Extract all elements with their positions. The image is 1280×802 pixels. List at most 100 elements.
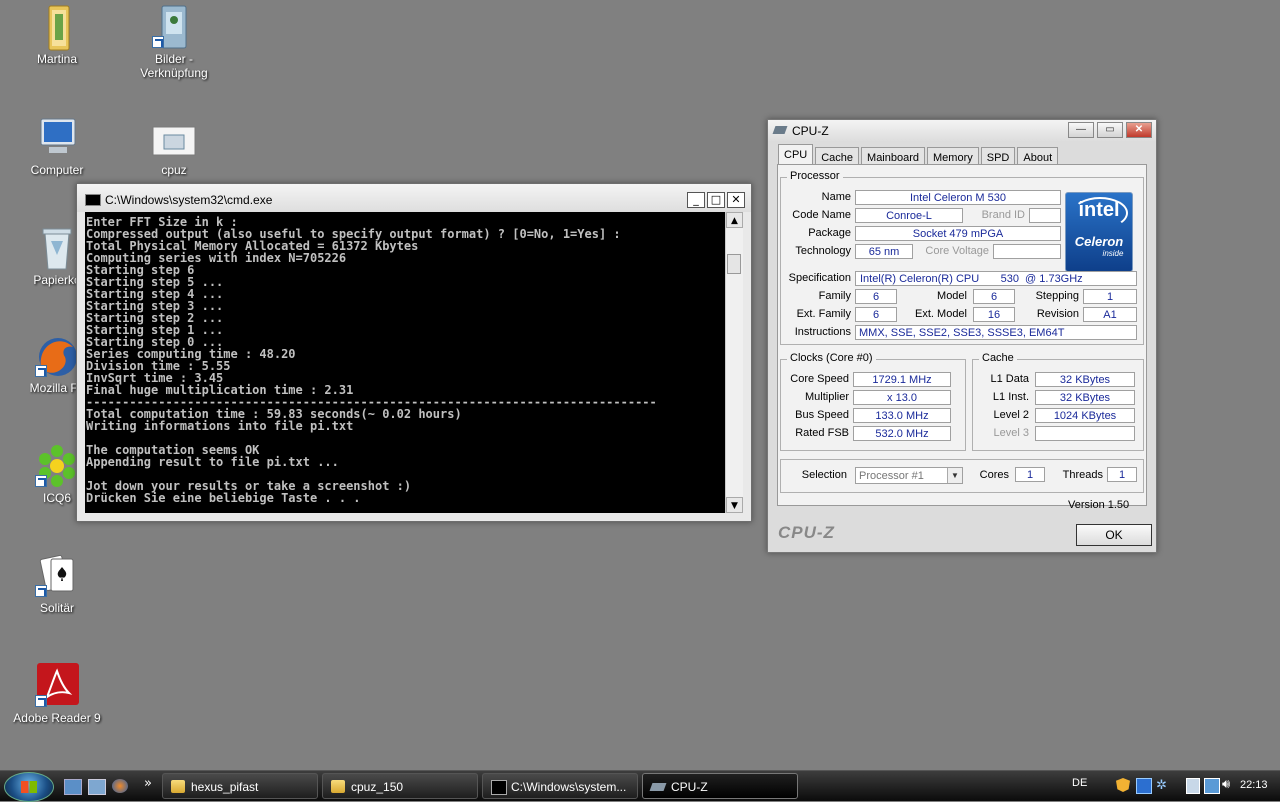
taskbar-item-cpuz[interactable]: CPU-Z	[642, 773, 798, 799]
bluetooth-icon[interactable]: ✲	[1156, 778, 1170, 792]
intel-celeron-logo: intel Celeron inside	[1065, 192, 1133, 272]
corevoltage-label: Core Voltage	[925, 245, 989, 257]
close-button[interactable]: ✕	[1126, 122, 1152, 138]
cpu-tab-panel: Processor Name Intel Celeron M 530 Code …	[777, 164, 1147, 506]
cpuz-brand-logo: CPU-Z	[778, 523, 835, 542]
codename-label: Code Name	[792, 209, 851, 221]
desktop-icon-computer[interactable]: Computer	[12, 115, 102, 177]
level3-value	[1035, 426, 1135, 441]
package-value: Socket 479 mPGA	[855, 226, 1061, 241]
processor-select[interactable]: Processor #1 ▼	[855, 467, 963, 484]
threads-value: 1	[1107, 467, 1137, 482]
language-indicator[interactable]: DE	[1072, 777, 1087, 789]
maximize-button[interactable]: ▭	[1097, 122, 1123, 138]
cmd-window-title: C:\Windows\system32\cmd.exe	[105, 193, 273, 207]
minimize-button[interactable]: _	[687, 192, 705, 208]
extfamily-value: 6	[855, 307, 897, 322]
level2-label: Level 2	[993, 409, 1029, 421]
brandid-value	[1029, 208, 1061, 223]
extmodel-label: Ext. Model	[915, 308, 967, 320]
extmodel-value: 16	[973, 307, 1015, 322]
device-icon[interactable]	[1186, 778, 1200, 794]
switch-windows-icon[interactable]	[88, 779, 106, 795]
scroll-down-icon[interactable]: ▼	[726, 497, 743, 513]
console-output-area[interactable]: Enter FFT Size in k : Compressed output …	[85, 212, 725, 513]
processor-legend: Processor	[787, 170, 843, 182]
network-status-icon[interactable]	[1136, 778, 1152, 794]
ratedfsb-value: 532.0 MHz	[853, 426, 951, 441]
desktop-icon-bilder-shortcut[interactable]: Bilder - Verknüpfung	[129, 4, 219, 80]
desktop-icon-label: Computer	[30, 163, 84, 177]
cores-label: Cores	[979, 469, 1009, 481]
system-tray: DE ✲ 🔊︎ 22:13	[1072, 771, 1280, 801]
instructions-value: MMX, SSE, SSE2, SSE3, SSSE3, EM64T	[855, 325, 1137, 340]
technology-value: 65 nm	[855, 244, 913, 259]
close-button[interactable]: ✕	[727, 192, 745, 208]
quicklaunch-overflow-icon[interactable]: »	[144, 776, 152, 791]
desktop-icon-label: ICQ6	[42, 491, 71, 505]
cpuz-icon	[772, 126, 788, 134]
recycle-bin-icon	[35, 225, 79, 270]
firefox-icon	[35, 333, 79, 377]
show-desktop-icon[interactable]	[64, 779, 82, 795]
cache-group: Cache L1 Data 32 KBytes L1 Inst. 32 KByt…	[972, 352, 1144, 451]
clocks-legend: Clocks (Core #0)	[787, 352, 876, 364]
taskbar-item-label: cpuz_150	[351, 780, 404, 794]
cpuz-window[interactable]: CPU-Z — ▭ ✕ CPU Cache Mainboard Memory S…	[767, 119, 1157, 553]
security-shield-icon[interactable]	[1116, 778, 1130, 792]
inside-logo-text: inside	[1102, 249, 1124, 258]
network-connection-icon[interactable]	[1204, 778, 1220, 794]
desktop-icon-adobe-reader[interactable]: Adobe Reader 9	[12, 663, 102, 725]
cmd-titlebar[interactable]: C:\Windows\system32\cmd.exe _ □ ✕	[77, 184, 751, 212]
l1inst-label: L1 Inst.	[992, 391, 1029, 403]
cmd-icon	[491, 780, 507, 795]
scroll-up-icon[interactable]: ▲	[726, 212, 743, 228]
start-button[interactable]	[4, 772, 54, 802]
taskbar-item-label: C:\Windows\system...	[511, 780, 627, 794]
folder-icon	[171, 780, 185, 793]
model-value: 6	[973, 289, 1015, 304]
desktop-icon-cpuz[interactable]: cpuz	[129, 115, 219, 177]
desktop-icon-martina[interactable]: Martina	[12, 4, 102, 66]
clock[interactable]: 22:13	[1240, 779, 1268, 791]
cpuz-titlebar[interactable]: CPU-Z — ▭ ✕	[768, 120, 1156, 142]
taskbar-item-cmd[interactable]: C:\Windows\system...	[482, 773, 638, 799]
chevron-down-icon[interactable]: ▼	[947, 468, 962, 483]
selection-group: Selection Processor #1 ▼ Cores 1 Threads…	[780, 459, 1144, 493]
specification-value: Intel(R) Celeron(R) CPU 530 @ 1.73GHz	[855, 271, 1137, 286]
threads-label: Threads	[1062, 469, 1103, 481]
taskbar-item-cpuz-150[interactable]: cpuz_150	[322, 773, 478, 799]
desktop-icon-solitaire[interactable]: Solitär	[12, 553, 102, 615]
l1data-label: L1 Data	[990, 373, 1029, 385]
version-text: Version 1.50	[1068, 499, 1130, 511]
multiplier-value: x 13.0	[853, 390, 951, 405]
desktop-icon-label: Bilder - Verknüpfung	[140, 52, 208, 80]
ok-button[interactable]: OK	[1076, 524, 1152, 546]
folder-icon	[331, 780, 345, 793]
clocks-group: Clocks (Core #0) Core Speed 1729.1 MHz M…	[780, 352, 966, 451]
l1inst-value: 32 KBytes	[1035, 390, 1135, 405]
firefox-quicklaunch-icon[interactable]	[112, 779, 128, 793]
cmd-window[interactable]: C:\Windows\system32\cmd.exe _ □ ✕ Enter …	[76, 183, 752, 522]
processor-select-value: Processor #1	[859, 470, 924, 482]
corevoltage-value	[993, 244, 1061, 259]
windows-logo-icon	[21, 781, 37, 793]
maximize-button[interactable]: □	[707, 192, 725, 208]
ratedfsb-label: Rated FSB	[795, 427, 849, 439]
volume-icon[interactable]: 🔊︎	[1222, 776, 1230, 792]
multiplier-label: Multiplier	[804, 391, 849, 403]
selection-label: Selection	[801, 469, 847, 481]
celeron-logo-text: Celeron	[1074, 234, 1124, 249]
level2-value: 1024 KBytes	[1035, 408, 1135, 423]
level3-label: Level 3	[993, 427, 1029, 439]
taskbar-item-hexus-pifast[interactable]: hexus_pifast	[162, 773, 318, 799]
vertical-scrollbar[interactable]: ▲ ▼	[725, 212, 743, 513]
family-label: Family	[818, 290, 851, 302]
scrollbar-thumb[interactable]	[727, 254, 741, 274]
minimize-button[interactable]: —	[1068, 122, 1094, 138]
desktop-icon-label: Papierko	[33, 273, 81, 287]
computer-icon	[35, 115, 79, 159]
technology-label: Technology	[795, 245, 851, 257]
taskbar-item-label: CPU-Z	[671, 780, 708, 794]
name-label: Name	[821, 191, 851, 203]
